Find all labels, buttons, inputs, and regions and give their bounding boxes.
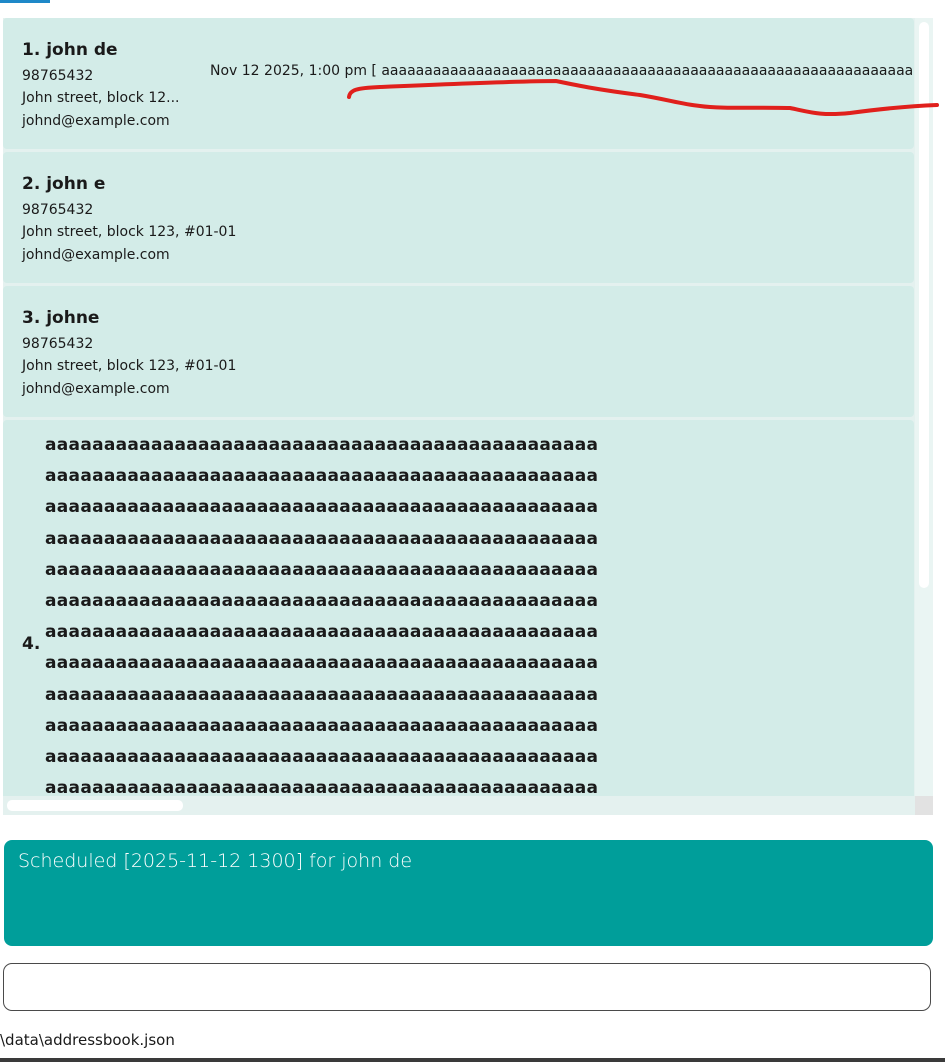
person-card-1[interactable]: 1. john de 98765432 John street, block 1…	[3, 18, 914, 149]
name-line: aaaaaaaaaaaaaaaaaaaaaaaaaaaaaaaaaaaaaaaa…	[45, 622, 599, 643]
result-display: Scheduled [2025-11-12 1300] for john de	[4, 840, 933, 946]
result-message: Scheduled [2025-11-12 1300] for john de	[18, 850, 413, 872]
person-address: John street, block 123, #01-01	[22, 224, 237, 240]
name-line: aaaaaaaaaaaaaaaaaaaaaaaaaaaaaaaaaaaaaaaa…	[45, 715, 599, 736]
horizontal-scrollbar[interactable]	[3, 796, 915, 815]
window-bottom-border	[0, 1058, 945, 1062]
person-list-panel[interactable]: 1. john de 98765432 John street, block 1…	[3, 18, 933, 815]
person-name: 1. john de	[22, 40, 118, 60]
person-name: 2. john e	[22, 174, 106, 194]
person-card-2[interactable]: 2. john e 98765432 John street, block 12…	[3, 152, 914, 283]
person-address: John street, block 123, #01-01	[22, 358, 237, 374]
name-line: aaaaaaaaaaaaaaaaaaaaaaaaaaaaaaaaaaaaaaaa…	[45, 653, 599, 674]
name-line: aaaaaaaaaaaaaaaaaaaaaaaaaaaaaaaaaaaaaaaa…	[45, 528, 599, 549]
horizontal-scrollbar-thumb[interactable]	[7, 800, 183, 811]
name-line: aaaaaaaaaaaaaaaaaaaaaaaaaaaaaaaaaaaaaaaa…	[45, 466, 599, 487]
vertical-scrollbar-thumb[interactable]	[919, 22, 929, 588]
person-email: johnd@example.com	[22, 113, 170, 129]
person-email: johnd@example.com	[22, 381, 170, 397]
person-email: johnd@example.com	[22, 247, 170, 263]
person-schedule: Nov 12 2025, 1:00 pm [ aaaaaaaaaaaaaaaaa…	[210, 63, 914, 79]
person-name: 3. johne	[22, 308, 100, 328]
vertical-scrollbar[interactable]	[915, 18, 933, 796]
name-line: aaaaaaaaaaaaaaaaaaaaaaaaaaaaaaaaaaaaaaaa…	[45, 559, 599, 580]
person-phone: 98765432	[22, 68, 94, 84]
name-line: aaaaaaaaaaaaaaaaaaaaaaaaaaaaaaaaaaaaaaaa…	[45, 684, 599, 705]
person-card-3[interactable]: 3. johne 98765432 John street, block 123…	[3, 286, 914, 417]
scrollbar-corner	[915, 796, 933, 815]
person-phone: 98765432	[22, 202, 94, 218]
person-index: 4.	[22, 634, 41, 654]
person-phone: 98765432	[22, 336, 94, 352]
name-line: aaaaaaaaaaaaaaaaaaaaaaaaaaaaaaaaaaaaaaaa…	[45, 497, 599, 518]
active-tab-indicator[interactable]	[0, 0, 50, 3]
name-line: aaaaaaaaaaaaaaaaaaaaaaaaaaaaaaaaaaaaaaaa…	[45, 746, 599, 767]
person-long-name: aaaaaaaaaaaaaaaaaaaaaaaaaaaaaaaaaaaaaaaa…	[45, 430, 605, 804]
person-address: John street, block 12...	[22, 90, 180, 106]
command-input[interactable]	[3, 963, 931, 1011]
name-line: aaaaaaaaaaaaaaaaaaaaaaaaaaaaaaaaaaaaaaaa…	[45, 590, 599, 611]
name-line: aaaaaaaaaaaaaaaaaaaaaaaaaaaaaaaaaaaaaaaa…	[45, 435, 599, 455]
status-bar-file-path: \data\addressbook.json	[0, 1031, 175, 1049]
